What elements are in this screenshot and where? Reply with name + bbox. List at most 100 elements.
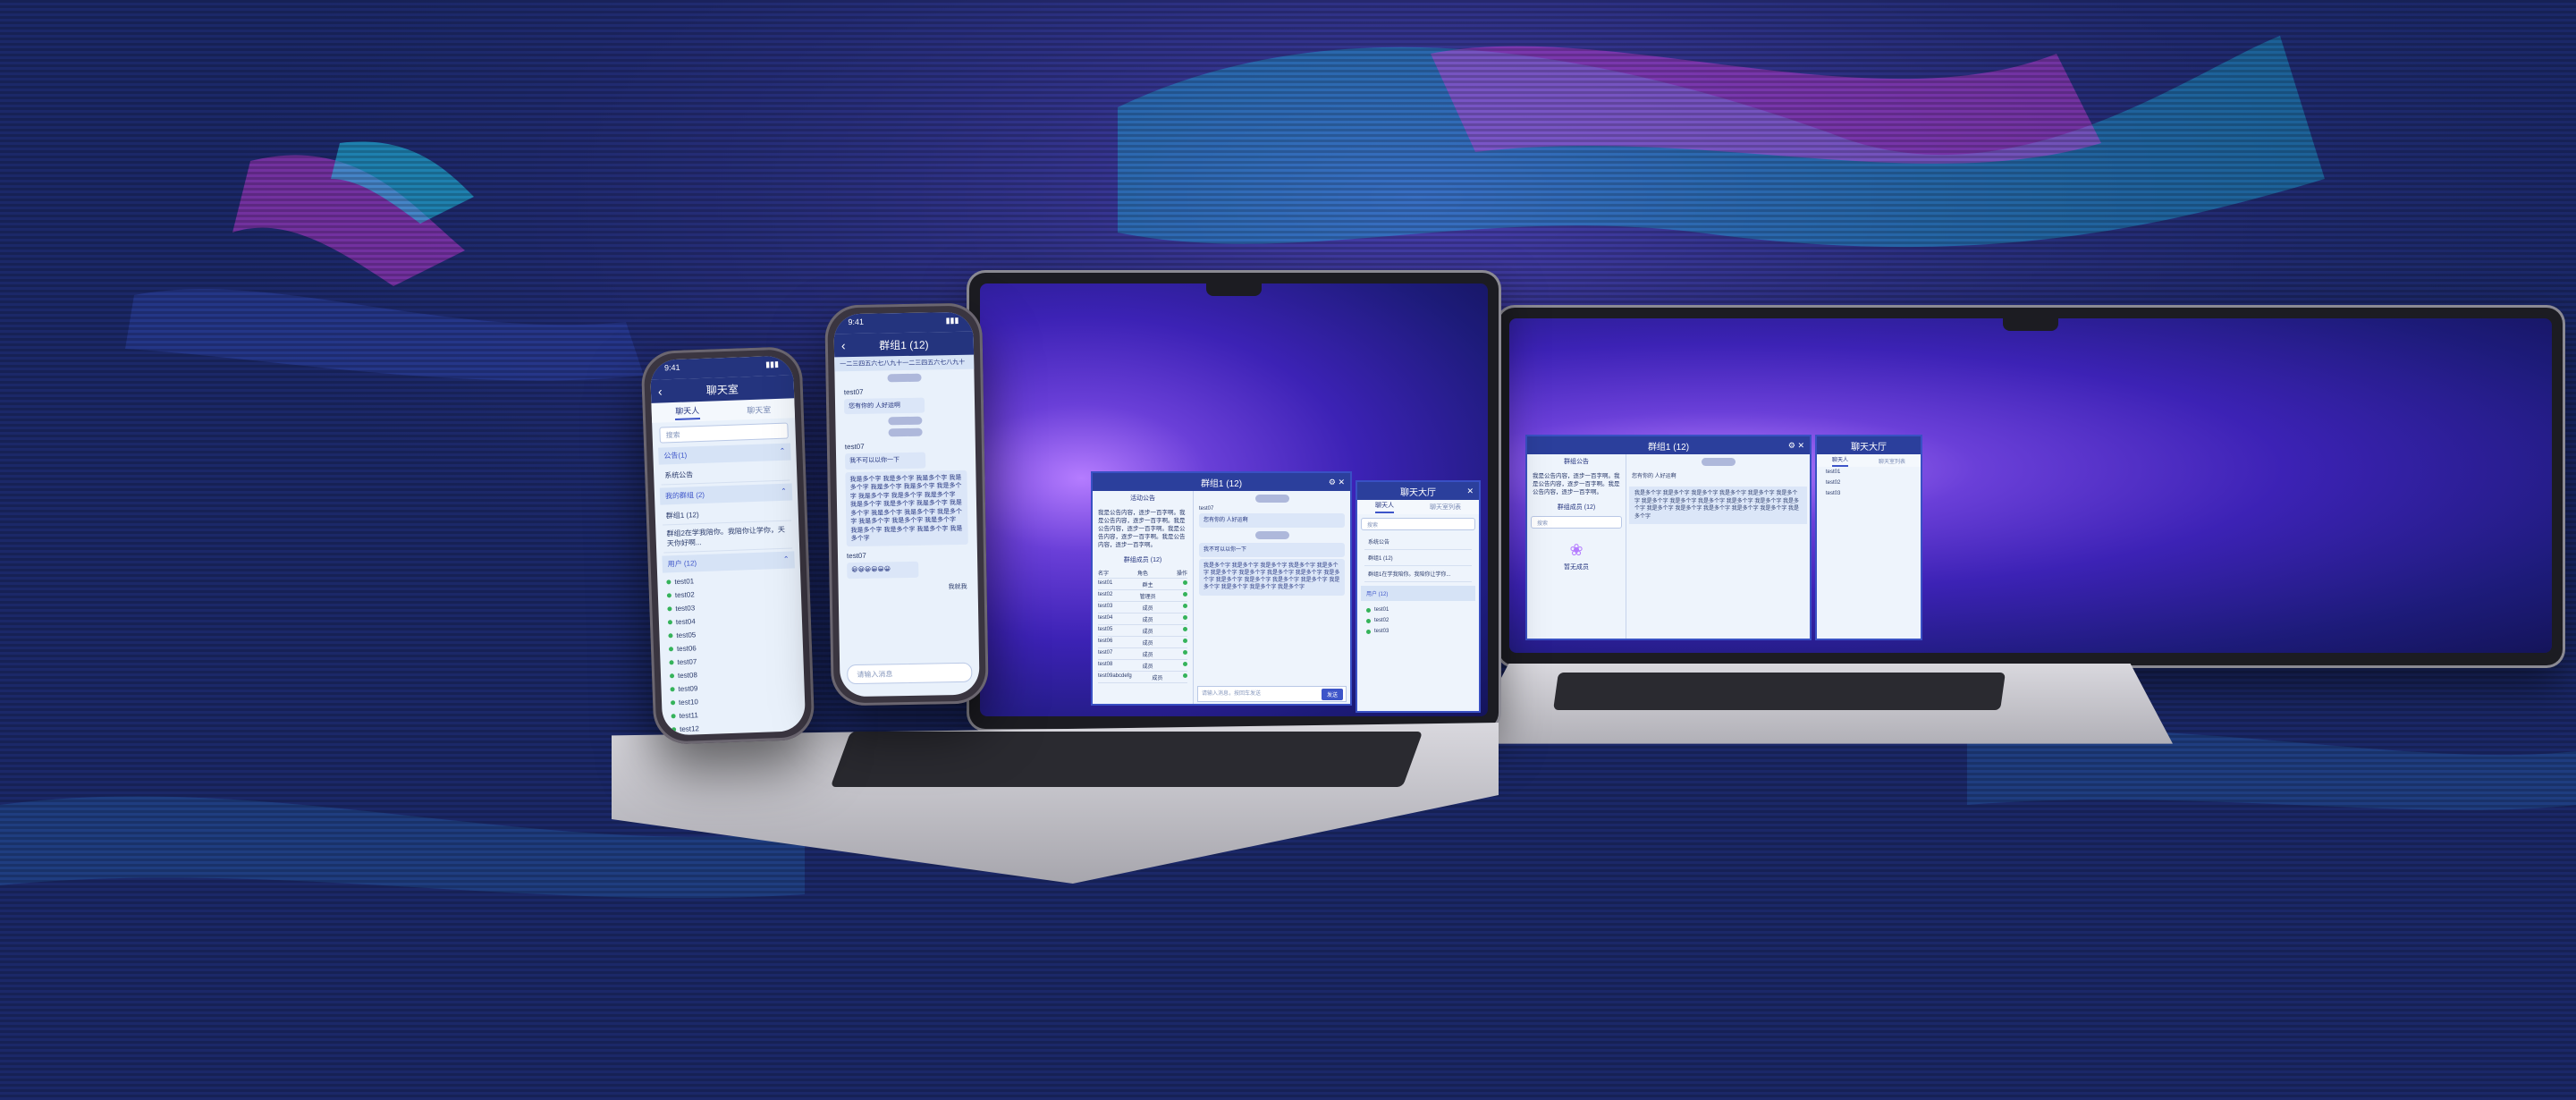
signal-icon: ▮▮▮: [945, 315, 959, 326]
member-table-header: 名字 角色 操作: [1098, 567, 1187, 580]
list-item[interactable]: test01: [1826, 467, 1912, 478]
emoji-message: 😀😀😀😀😀😀: [847, 562, 919, 579]
message-user: test07: [844, 443, 865, 452]
list-item[interactable]: 系统公告: [1364, 534, 1472, 550]
user-item[interactable]: test01: [1366, 605, 1470, 615]
status-dot-icon: [1183, 603, 1187, 608]
table-row[interactable]: test08 成员: [1098, 660, 1187, 673]
status-dot-icon: [1183, 580, 1187, 585]
online-dot-icon: [1366, 629, 1371, 634]
time-pill: [888, 417, 923, 426]
announce-heading: 群组公告: [1564, 459, 1589, 465]
window-controls-icon[interactable]: ⚙ ✕: [1329, 478, 1345, 487]
online-dot-icon: [669, 673, 675, 679]
list-item[interactable]: 群组1 (12): [1364, 550, 1472, 566]
page-title: 聊天室: [705, 382, 739, 397]
chat-bubble: 我不可以以你一下: [845, 453, 926, 470]
table-row[interactable]: test05 成员: [1098, 625, 1187, 638]
online-dot-icon: [671, 700, 676, 706]
tab-rooms[interactable]: 聊天室列表: [1430, 503, 1461, 512]
back-icon[interactable]: ‹: [658, 384, 663, 398]
tab-users[interactable]: 聊天人: [674, 403, 700, 420]
online-dot-icon: [667, 606, 672, 612]
time-pill: [888, 428, 923, 437]
online-dot-icon: [669, 660, 674, 665]
status-dot-icon: [1183, 673, 1187, 678]
signal-icon: ▮▮▮: [764, 359, 780, 369]
send-button[interactable]: 发送: [1321, 689, 1343, 700]
online-dot-icon: [666, 593, 671, 598]
camera-notch: [2003, 318, 2058, 331]
chat-hall-window: 聊天大厅 聊天人 聊天室列表 test01 test02 test03: [1815, 435, 1922, 640]
table-row[interactable]: test09abcdefg 成员: [1098, 672, 1187, 684]
status-dot-icon: [1183, 614, 1187, 620]
table-row[interactable]: test07 成员: [1098, 648, 1187, 661]
notice-bar[interactable]: 一二三四五六七八九十一二三四五六七八九十: [834, 354, 975, 372]
chat-hall-window: 聊天大厅 ✕ 聊天人 聊天室列表 搜索 系统公告 群组1 (12) 群组1在学我陪…: [1356, 480, 1481, 713]
list-item[interactable]: 系统公告: [660, 462, 790, 486]
table-row[interactable]: test02 管理员: [1098, 590, 1187, 603]
chat-bubble: 我不可以以你一下: [1199, 543, 1345, 558]
main-laptop-keyboard: [830, 732, 1423, 787]
announce-heading: 活动公告: [1130, 495, 1155, 502]
message-user: test07: [846, 552, 866, 561]
chevron-up-icon: ⌃: [782, 554, 790, 563]
table-row[interactable]: test04 成员: [1098, 613, 1187, 626]
online-dot-icon: [668, 647, 674, 652]
user-item[interactable]: test02: [1366, 615, 1470, 626]
table-row[interactable]: test01 群主: [1098, 579, 1187, 591]
search-input[interactable]: 搜索: [659, 422, 789, 444]
section-groups[interactable]: 我的群组 (2) ⌃: [659, 483, 793, 505]
message-input[interactable]: 请输入消息: [847, 662, 973, 685]
chat-long-message: 我是多个字 我是多个字 我是多个字 我是多个字 我是多个字 我是多个字 我是多个…: [845, 470, 968, 547]
left-phone: 9:41 ▮▮▮ ‹ 聊天室 聊天人 聊天室 搜索 公告(1) ⌃ 系统公告 我的群组…: [640, 345, 815, 746]
page-title: 群组1 (12): [879, 338, 929, 352]
list-item[interactable]: test02: [1826, 478, 1912, 488]
user-item[interactable]: test03: [1366, 626, 1470, 637]
search-input[interactable]: 搜索: [1361, 518, 1475, 530]
window-title: 聊天大厅: [1851, 442, 1887, 453]
online-dot-icon: [671, 727, 677, 732]
online-dot-icon: [667, 620, 673, 625]
online-dot-icon: [670, 687, 675, 692]
status-time: 9:41: [663, 362, 680, 373]
window-title: 群组1 (12): [1647, 442, 1690, 453]
status-dot-icon: [1183, 649, 1187, 655]
phone-screen: 9:41 ▮▮▮ ‹ 群组1 (12) 一二三四五六七八九十一二三四五六七八九十 t…: [833, 311, 980, 698]
camera-notch: [1206, 283, 1262, 296]
section-users[interactable]: 用户 (12) ⌃: [662, 551, 795, 573]
users-section[interactable]: 用户 (12): [1361, 586, 1475, 601]
right-laptop-screen: 群组1 (12) ⚙ ✕ 群组公告 我是公告内容，逐步一百字啊。我是公告内容，逐步…: [1509, 318, 2552, 653]
phone-screen: 9:41 ▮▮▮ ‹ 聊天室 聊天人 聊天室 搜索 公告(1) ⌃ 系统公告 我的群组…: [649, 355, 807, 736]
status-time: 9:41: [848, 317, 865, 327]
list-item[interactable]: 群组2在学我陪你。我陪你让学你，天天你好啊...: [663, 520, 793, 554]
empty-state-icon: ❀: [1569, 541, 1584, 560]
right-laptop-lid: 群组1 (12) ⚙ ✕ 群组公告 我是公告内容，逐步一百字啊。我是公告内容，逐步…: [1499, 308, 2563, 665]
window-title: 群组1 (12): [1200, 478, 1243, 489]
back-icon[interactable]: ‹: [841, 338, 846, 352]
col-name: 名字: [1098, 571, 1110, 577]
list-item[interactable]: 群组1在学我陪你。我陪你让学你...: [1364, 566, 1472, 582]
main-laptop-lid: 群组1 (12) ⚙ ✕ 活动公告 我是公告内容，逐步一百字啊。我是公告内容，逐步…: [969, 273, 1499, 729]
table-row[interactable]: test03 成员: [1098, 602, 1187, 614]
list-item[interactable]: test03: [1826, 488, 1912, 499]
tab-users[interactable]: 聊天人: [1831, 455, 1848, 467]
status-dot-icon: [1183, 638, 1187, 643]
status-dot-icon: [1183, 626, 1187, 631]
online-dot-icon: [1366, 618, 1371, 623]
window-title: 聊天大厅: [1400, 487, 1436, 498]
member-search-input[interactable]: 搜索: [1531, 516, 1622, 529]
member-table: 名字 角色 操作 test01 群主 test02 管理员 test03 成员 tes…: [1093, 567, 1193, 684]
table-row[interactable]: test06 成员: [1098, 637, 1187, 649]
group-chat-window: 群组1 (12) ⚙ ✕ 群组公告 我是公告内容，逐步一百字啊。我是公告内容，逐步…: [1525, 435, 1812, 640]
tab-rooms[interactable]: 聊天室: [747, 403, 771, 416]
close-icon[interactable]: ✕: [1466, 487, 1474, 496]
announce-text: 我是公告内容，逐步一百字啊。我是公告内容，逐步一百字啊。我是公告内容，逐步一百字…: [1533, 473, 1620, 496]
members-heading: 群组成员 (12): [1557, 504, 1596, 512]
close-icon[interactable]: ⚙ ✕: [1788, 441, 1804, 451]
tab-users[interactable]: 聊天人: [1375, 501, 1394, 513]
chevron-up-icon: ⌃: [781, 487, 788, 495]
tab-rooms[interactable]: 聊天室列表: [1879, 457, 1905, 465]
section-announce[interactable]: 公告(1) ⌃: [658, 443, 791, 465]
chat-bubble: 您有你的 人好运啊: [843, 397, 925, 415]
